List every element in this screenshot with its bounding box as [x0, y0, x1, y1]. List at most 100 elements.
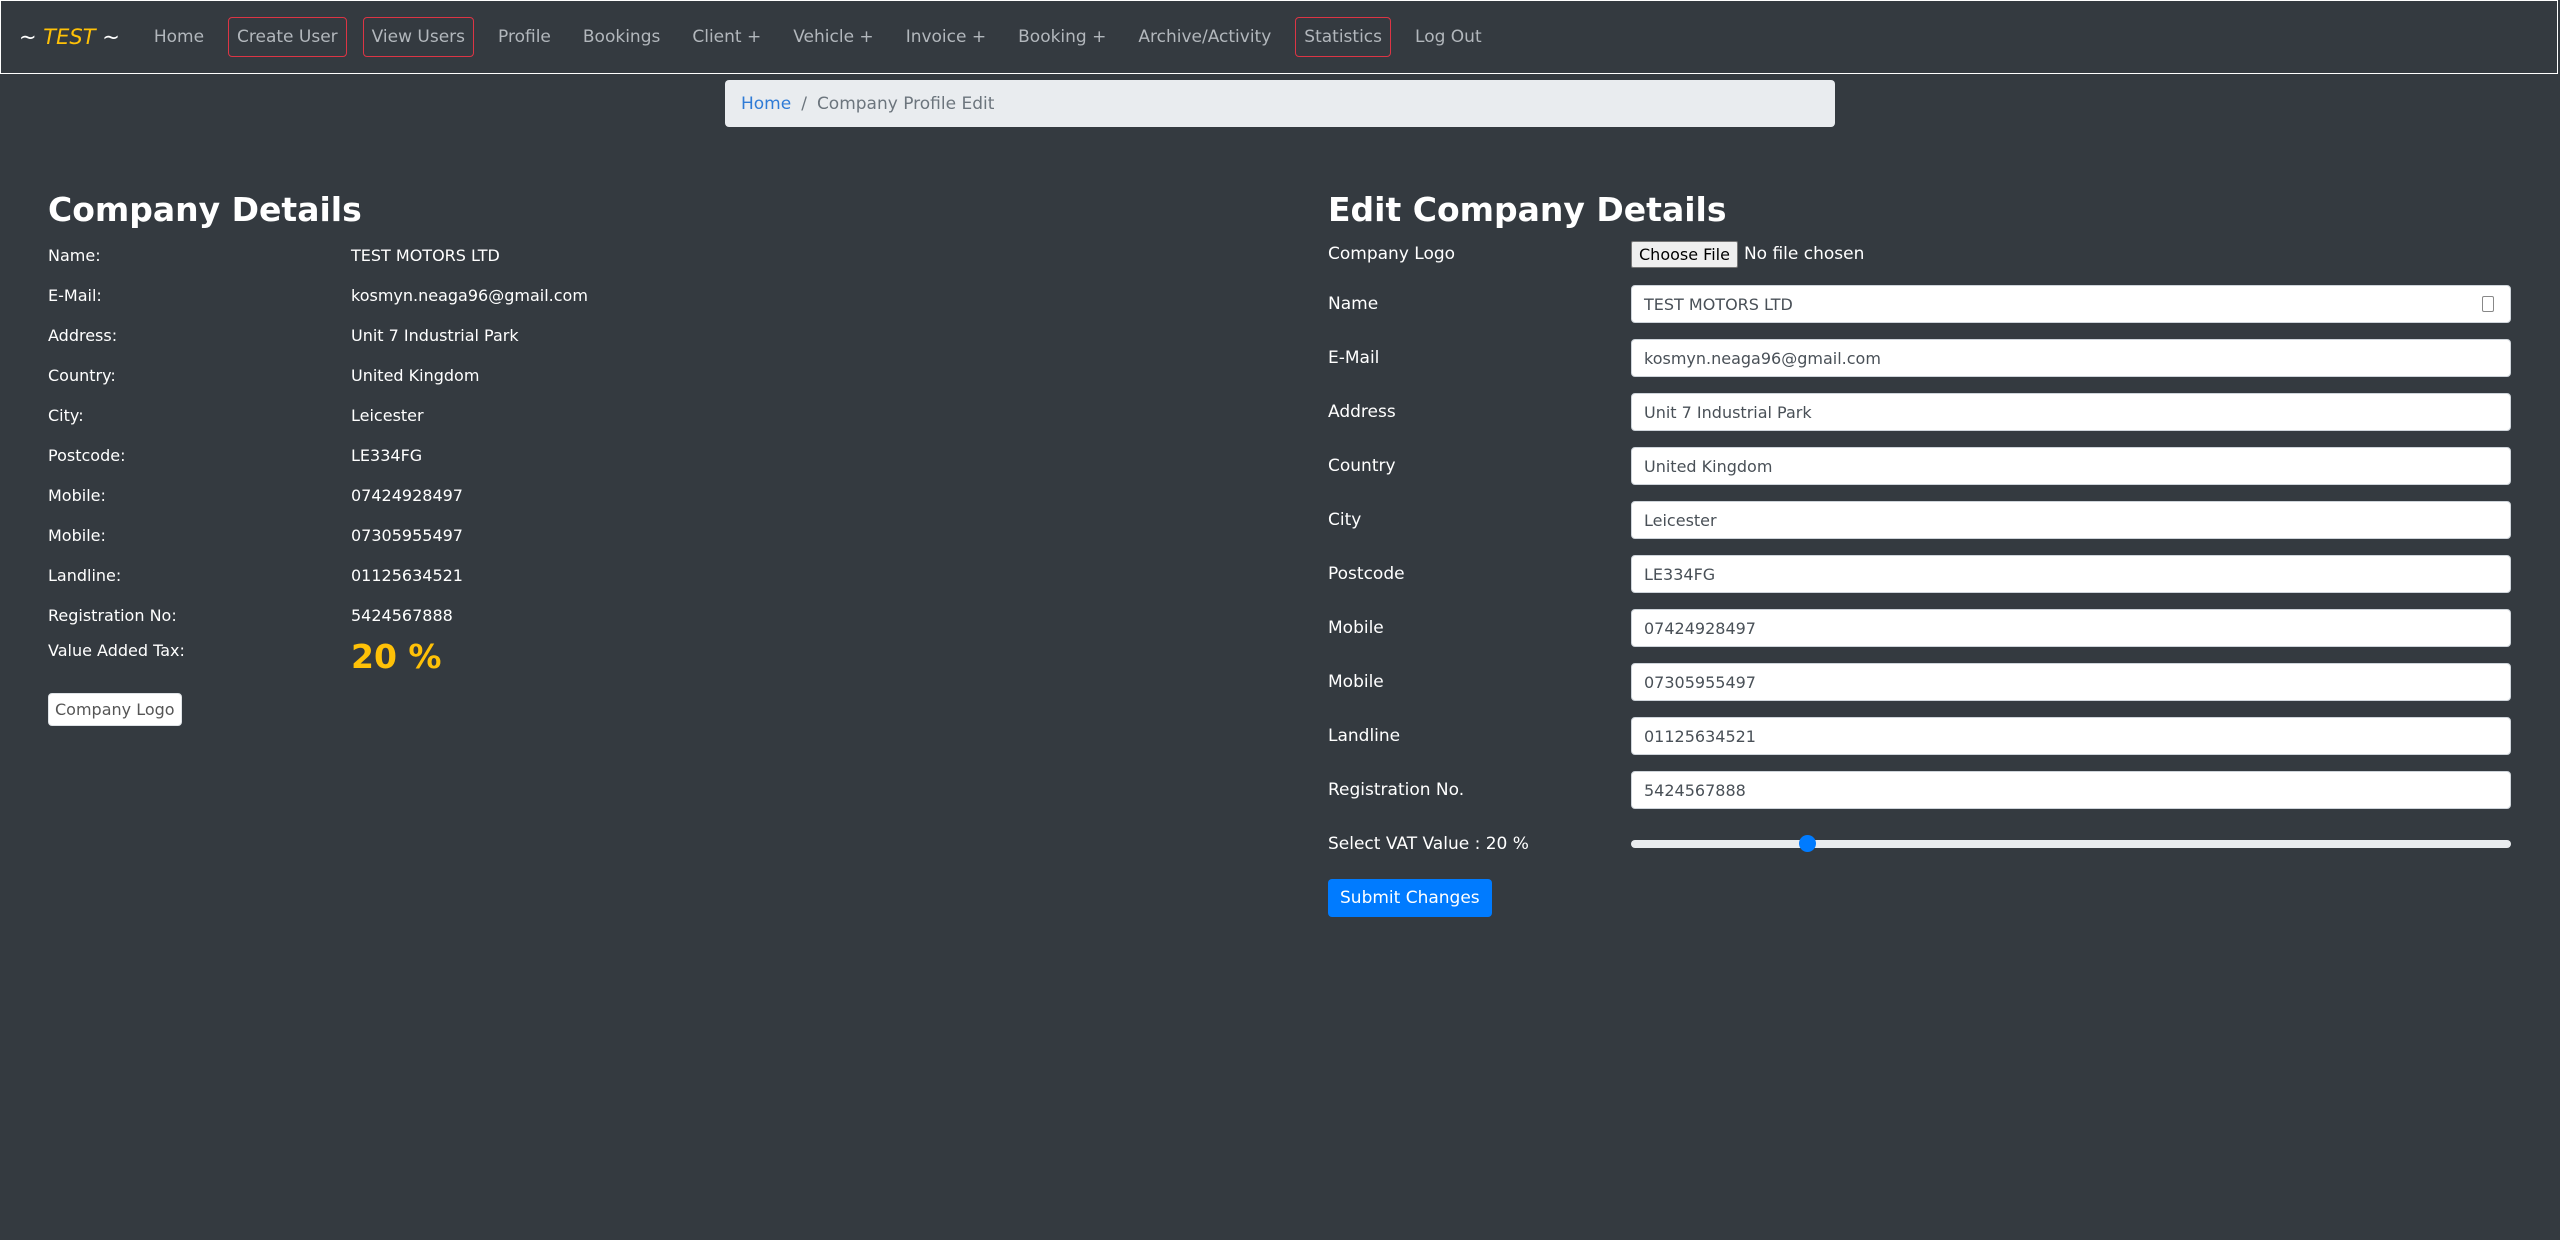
detail-label: Postcode:	[48, 445, 126, 465]
edit-field-input[interactable]: 07424928497	[1631, 609, 2511, 647]
vat-slider-label: Select VAT Value : 20 %	[1328, 834, 1529, 854]
brand-prefix: ~	[19, 25, 44, 49]
detail-value: Leicester	[351, 405, 424, 425]
detail-label: Mobile:	[48, 525, 106, 545]
breadcrumb: Home / Company Profile Edit	[725, 80, 1835, 127]
breadcrumb-home-link[interactable]: Home	[741, 94, 791, 114]
nav-item-home[interactable]: Home	[146, 18, 212, 56]
detail-value: 5424567888	[351, 605, 453, 625]
edit-field-value: 5424567888	[1644, 780, 1746, 800]
autofill-icon[interactable]	[2482, 296, 2494, 312]
edit-field-input[interactable]: kosmyn.neaga96@gmail.com	[1631, 339, 2511, 377]
detail-label: Landline:	[48, 565, 122, 585]
logo-upload-row: Company Logo Choose File No file chosen	[1328, 231, 2512, 277]
navbar: ~ TEST ~ Home Create User View Users Profil…	[0, 0, 2558, 74]
edit-field-input[interactable]: 01125634521	[1631, 717, 2511, 755]
edit-field-value: TEST MOTORS LTD	[1644, 294, 1793, 314]
detail-label: E-Mail:	[48, 285, 102, 305]
edit-field-row: Registration No. 5424567888	[1328, 763, 2512, 817]
vat-label: Value Added Tax:	[48, 641, 185, 660]
edit-field-row: Landline 01125634521	[1328, 709, 2512, 763]
detail-label: Mobile:	[48, 485, 106, 505]
edit-field-label: Name	[1328, 294, 1379, 314]
vat-slider[interactable]	[1631, 835, 2511, 852]
edit-field-value: Unit 7 Industrial Park	[1644, 402, 1812, 422]
nav-item-view-users[interactable]: View Users	[362, 17, 475, 57]
vat-row: Value Added Tax: 20 %	[48, 635, 1248, 679]
edit-field-label: Landline	[1328, 726, 1401, 746]
detail-value: kosmyn.neaga96@gmail.com	[351, 285, 588, 305]
nav-item-create-user[interactable]: Create User	[228, 17, 347, 57]
edit-field-label: Mobile	[1328, 618, 1384, 638]
edit-field-row: Country United Kingdom	[1328, 439, 2512, 493]
detail-value: 07305955497	[351, 525, 463, 545]
detail-row: E-Mail: kosmyn.neaga96@gmail.com	[48, 275, 1248, 315]
detail-value: TEST MOTORS LTD	[351, 245, 500, 265]
choose-file-button[interactable]: Choose File	[1631, 240, 1738, 268]
edit-field-row: Name TEST MOTORS LTD	[1328, 277, 2512, 331]
edit-field-value: United Kingdom	[1644, 456, 1773, 476]
company-details-panel: Company Details Name: TEST MOTORS LTD E-Ma…	[48, 190, 1248, 726]
edit-field-label: Registration No.	[1328, 780, 1465, 800]
breadcrumb-separator: /	[801, 93, 807, 114]
detail-value: 07424928497	[351, 485, 463, 505]
vat-value: 20 %	[351, 637, 442, 676]
edit-field-value: 01125634521	[1644, 726, 1756, 746]
edit-field-input[interactable]: TEST MOTORS LTD	[1631, 285, 2511, 323]
nav-item-vehicle[interactable]: Vehicle +	[785, 18, 881, 56]
edit-field-input[interactable]: Unit 7 Industrial Park	[1631, 393, 2511, 431]
detail-row: Address: Unit 7 Industrial Park	[48, 315, 1248, 355]
detail-row: Postcode: LE334FG	[48, 435, 1248, 475]
detail-label: Address:	[48, 325, 118, 345]
edit-field-input[interactable]: 07305955497	[1631, 663, 2511, 701]
nav-item-booking[interactable]: Booking +	[1010, 18, 1114, 56]
edit-field-value: Leicester	[1644, 510, 1717, 530]
edit-field-label: City	[1328, 510, 1362, 530]
company-details-title: Company Details	[48, 190, 362, 229]
detail-row: Registration No: 5424567888	[48, 595, 1248, 635]
edit-field-label: Mobile	[1328, 672, 1384, 692]
edit-field-input[interactable]: LE334FG	[1631, 555, 2511, 593]
detail-row: Landline: 01125634521	[48, 555, 1248, 595]
edit-field-value: 07305955497	[1644, 672, 1756, 692]
nav-menu: Home Create User View Users Profile Bookings…	[138, 17, 1498, 57]
nav-item-archive-activity[interactable]: Archive/Activity	[1130, 18, 1279, 56]
nav-item-invoice[interactable]: Invoice +	[898, 18, 994, 56]
edit-field-input[interactable]: United Kingdom	[1631, 447, 2511, 485]
company-details-list: Name: TEST MOTORS LTD E-Mail: kosmyn.neaga9…	[48, 235, 1248, 635]
edit-field-input[interactable]: Leicester	[1631, 501, 2511, 539]
brand-suffix: ~	[95, 25, 120, 49]
brand[interactable]: ~ TEST ~	[19, 25, 120, 49]
edit-field-row: City Leicester	[1328, 493, 2512, 547]
edit-field-row: Mobile 07424928497	[1328, 601, 2512, 655]
nav-item-statistics[interactable]: Statistics	[1295, 17, 1392, 57]
file-status: No file chosen	[1743, 244, 1865, 264]
nav-item-bookings[interactable]: Bookings	[575, 18, 668, 56]
edit-fields: Name TEST MOTORS LTD E-Mail kosmyn.neaga96@…	[1328, 277, 2512, 817]
edit-field-label: Country	[1328, 456, 1396, 476]
submit-changes-button[interactable]: Submit Changes	[1328, 879, 1492, 917]
edit-field-row: Postcode LE334FG	[1328, 547, 2512, 601]
vat-slider-thumb[interactable]	[1799, 835, 1816, 852]
logo-upload-label: Company Logo	[1328, 244, 1456, 264]
detail-value: LE334FG	[351, 445, 423, 465]
breadcrumb-current: Company Profile Edit	[816, 93, 995, 114]
edit-field-input[interactable]: 5424567888	[1631, 771, 2511, 809]
detail-row: Mobile: 07424928497	[48, 475, 1248, 515]
detail-label: City:	[48, 405, 84, 425]
detail-row: Country: United Kingdom	[48, 355, 1248, 395]
company-logo-image: Company Logo	[48, 693, 182, 726]
nav-item-log-out[interactable]: Log Out	[1407, 18, 1490, 56]
logo-file-input[interactable]: Choose File No file chosen	[1631, 240, 2512, 268]
edit-field-label: Postcode	[1328, 564, 1405, 584]
detail-row: Mobile: 07305955497	[48, 515, 1248, 555]
edit-field-label: Address	[1328, 402, 1396, 422]
nav-item-profile[interactable]: Profile	[490, 18, 559, 56]
edit-field-row: E-Mail kosmyn.neaga96@gmail.com	[1328, 331, 2512, 385]
brand-name: TEST	[43, 25, 96, 49]
edit-field-row: Address Unit 7 Industrial Park	[1328, 385, 2512, 439]
edit-field-value: kosmyn.neaga96@gmail.com	[1644, 348, 1881, 368]
nav-item-client[interactable]: Client +	[684, 18, 769, 56]
detail-label: Name:	[48, 245, 101, 265]
detail-value: 01125634521	[351, 565, 463, 585]
